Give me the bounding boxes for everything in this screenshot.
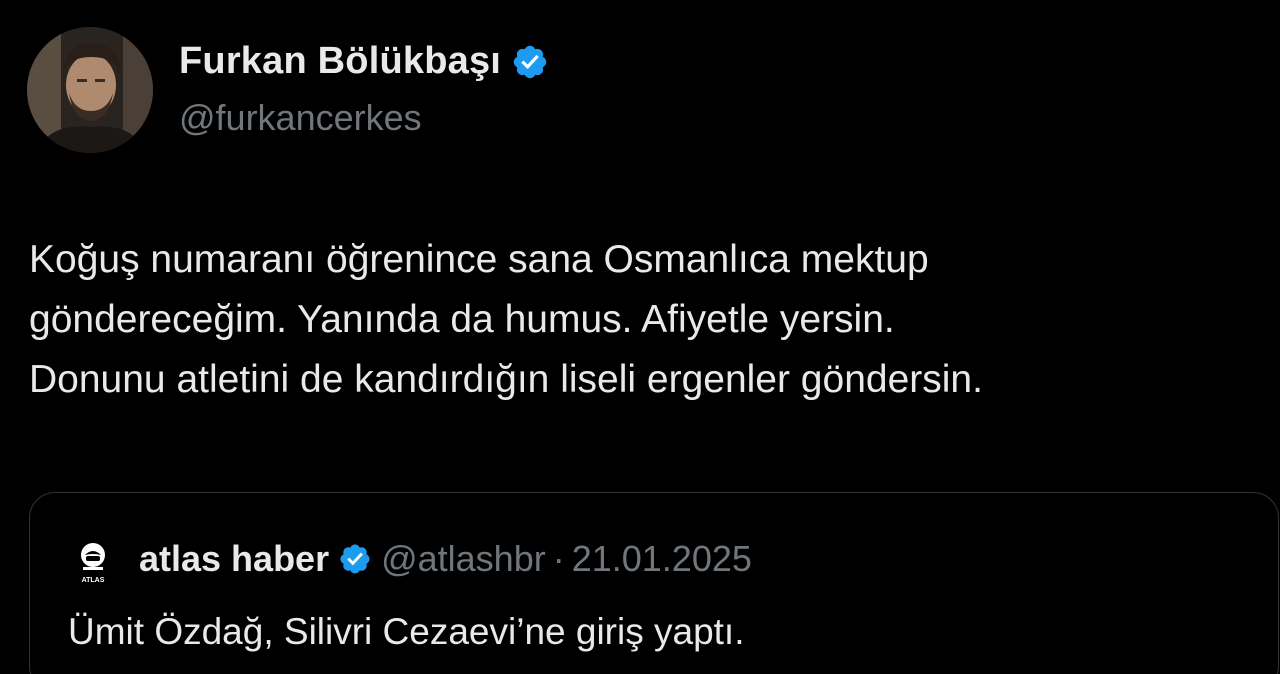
quoted-display-name[interactable]: atlas haber [139, 538, 329, 580]
tweet-text: Koğuş numaranı öğrenince sana Osmanlıca … [29, 230, 1259, 410]
verified-badge-icon [513, 45, 547, 78]
quoted-text: Ümit Özdağ, Silivri Cezaevi’ne giriş yap… [68, 611, 745, 652]
author-name-row: Furkan Bölükbaşı [179, 40, 549, 83]
tweet-text-line: Donunu atletini de kandırdığın liseli er… [29, 358, 983, 401]
quoted-separator: · [552, 538, 565, 579]
tweet-text-line: göndereceğim. Yanında da humus. Afiyetle… [29, 298, 895, 341]
author-handle[interactable]: @furkancerkes [179, 97, 422, 139]
tweet-card: Furkan Bölükbaşı @furkancerkes Koğuş num… [0, 0, 1280, 674]
author-avatar-image [27, 27, 153, 153]
tweet-text-line: Koğuş numaranı öğrenince sana Osmanlıca … [29, 238, 929, 281]
atlas-logo-icon: ATLAS [81, 543, 105, 584]
author-avatar[interactable] [27, 27, 153, 153]
quoted-header: atlas haber @atlashbr · 21.01.2025 [139, 538, 752, 580]
quoted-date[interactable]: 21.01.2025 [572, 538, 752, 580]
quoted-handle[interactable]: @atlashbr [381, 538, 546, 580]
svg-text:ATLAS: ATLAS [82, 577, 105, 584]
author-display-name[interactable]: Furkan Bölükbaşı [179, 40, 501, 83]
quoted-verified-badge-icon [340, 544, 370, 574]
quoted-tweet[interactable]: ATLAS atlas haber @atlashbr · 21.01.2025… [29, 492, 1279, 674]
